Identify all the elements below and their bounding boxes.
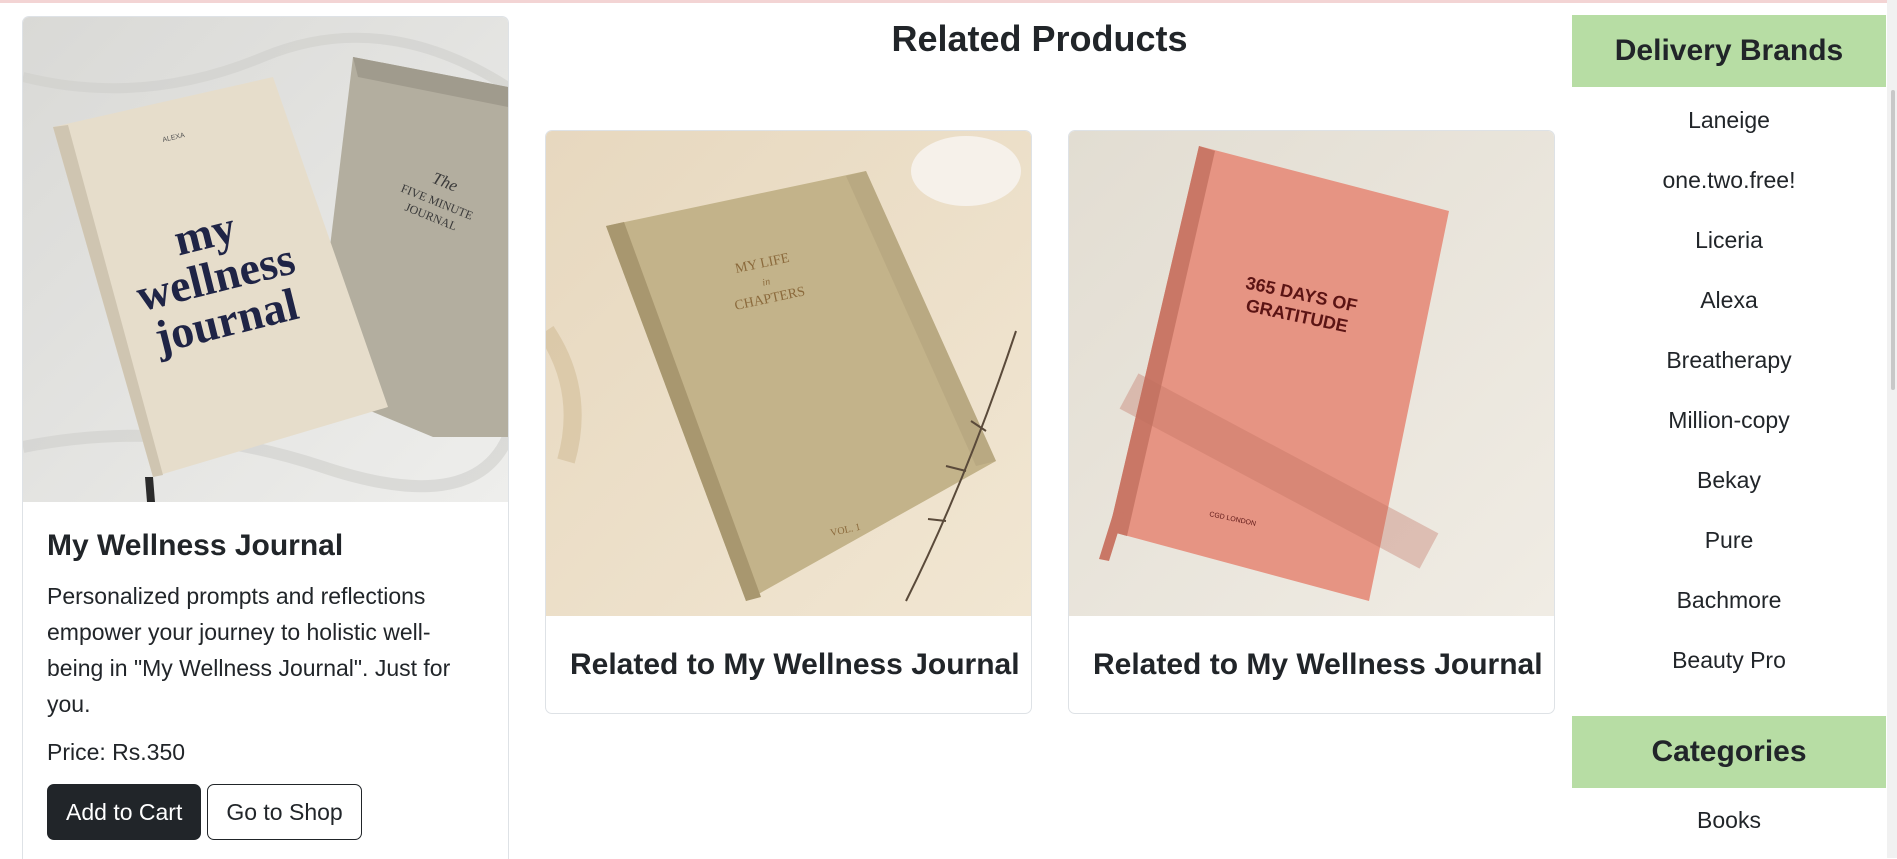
related-product-card[interactable]: MY LIFE in CHAPTERS VOL. 1 Related to My… <box>545 130 1032 714</box>
related-product-card[interactable]: 365 DAYS OF GRATITUDE CGD LONDON Related… <box>1068 130 1555 714</box>
product-image[interactable]: The FIVE MINUTE JOURNAL my wellness jour… <box>23 17 508 502</box>
add-to-cart-button[interactable]: Add to Cart <box>47 784 202 840</box>
brand-item[interactable]: Laneige <box>1572 90 1886 150</box>
categories-heading: Categories <box>1572 716 1886 788</box>
scrollbar-thumb[interactable] <box>1891 90 1895 390</box>
brand-item[interactable]: Alexa <box>1572 270 1886 330</box>
related-product-title[interactable]: Related to My Wellness Journal <box>546 616 1031 713</box>
related-product-image[interactable]: 365 DAYS OF GRATITUDE CGD LONDON <box>1069 131 1554 616</box>
delivery-brands-heading: Delivery Brands <box>1572 15 1886 87</box>
brand-item[interactable]: Pure <box>1572 510 1886 570</box>
brand-list: Laneige one.two.free! Liceria Alexa Brea… <box>1572 87 1886 716</box>
brand-item[interactable]: Bachmore <box>1572 570 1886 630</box>
product-card: The FIVE MINUTE JOURNAL my wellness jour… <box>22 16 509 859</box>
brand-item[interactable]: Breatherapy <box>1572 330 1886 390</box>
sidebar: Delivery Brands Laneige one.two.free! Li… <box>1572 15 1886 850</box>
product-title: My Wellness Journal <box>47 529 344 562</box>
brand-item[interactable]: Liceria <box>1572 210 1886 270</box>
brand-item[interactable]: one.two.free! <box>1572 150 1886 210</box>
page-scrollbar[interactable] <box>1887 0 1897 858</box>
related-products-heading: Related Products <box>891 18 1188 59</box>
product-actions: Add to Cart Go to Shop <box>47 784 484 840</box>
brand-item[interactable]: Million-copy <box>1572 390 1886 450</box>
category-item[interactable]: Books <box>1572 790 1886 850</box>
related-product-image[interactable]: MY LIFE in CHAPTERS VOL. 1 <box>546 131 1031 616</box>
top-border <box>0 0 1897 3</box>
product-price: Price: Rs.350 <box>47 739 186 765</box>
related-product-title[interactable]: Related to My Wellness Journal <box>1069 616 1554 713</box>
brand-item[interactable]: Beauty Pro <box>1572 630 1886 690</box>
brand-item[interactable]: Bekay <box>1572 450 1886 510</box>
category-list: Books <box>1572 788 1886 850</box>
go-to-shop-button[interactable]: Go to Shop <box>207 784 362 840</box>
product-description: Personalized prompts and reflections emp… <box>47 583 451 717</box>
